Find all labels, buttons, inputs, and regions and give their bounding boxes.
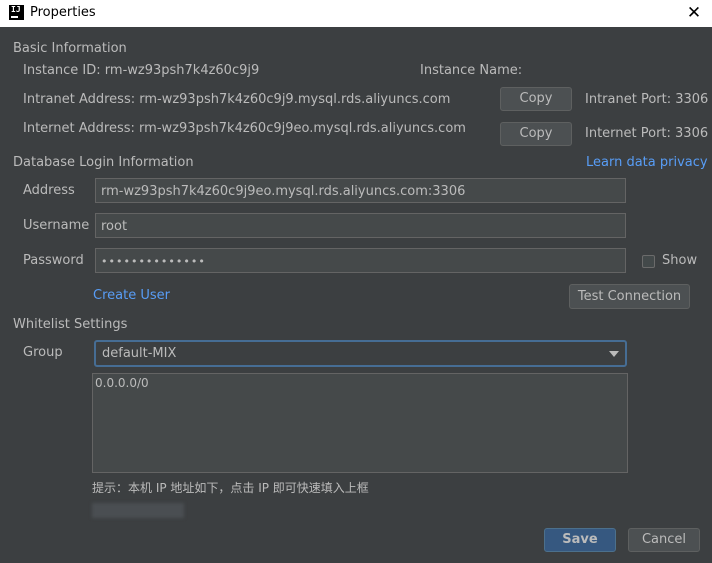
copy-intranet-button[interactable]: Copy (500, 87, 572, 111)
intranet-address: Intranet Address: rm-wz93psh7k4z60c9j9.m… (23, 92, 451, 107)
ip-entry: 0.0.0.0/0 (95, 376, 149, 390)
whitelist-heading: Whitelist Settings (13, 317, 128, 332)
show-password-checkbox[interactable] (642, 255, 655, 268)
address-label: Address (23, 183, 75, 198)
cancel-button[interactable]: Cancel (628, 528, 700, 552)
password-field[interactable]: •••••••••••••• (95, 248, 626, 273)
internet-port: Internet Port: 3306 (585, 126, 709, 141)
instance-id: Instance ID: rm-wz93psh7k4z60c9j9 (23, 63, 260, 78)
save-button[interactable]: Save (544, 528, 616, 552)
group-label: Group (23, 345, 63, 360)
ip-whitelist-textarea[interactable]: 0.0.0.0/0 (92, 373, 628, 473)
username-label: Username (23, 218, 90, 233)
show-password-label: Show (662, 253, 698, 268)
title-bar: IJ Properties ✕ (0, 0, 712, 27)
test-connection-button[interactable]: Test Connection (569, 284, 690, 309)
window-title: Properties (30, 5, 96, 20)
copy-internet-button[interactable]: Copy (500, 122, 572, 146)
group-select-value: default-MIX (102, 346, 177, 361)
close-icon[interactable]: ✕ (684, 3, 704, 23)
instance-name: Instance Name: (420, 63, 523, 78)
password-label: Password (23, 253, 84, 268)
intranet-port: Intranet Port: 3306 (585, 92, 709, 107)
learn-privacy-link[interactable]: Learn data privacy (586, 155, 708, 170)
group-select[interactable]: default-MIX (94, 340, 627, 367)
intellij-app-icon: IJ (9, 5, 24, 20)
chevron-down-icon (609, 351, 619, 357)
blurred-ip-address[interactable] (92, 503, 184, 518)
internet-address: Internet Address: rm-wz93psh7k4z60c9j9eo… (23, 121, 466, 136)
login-info-heading: Database Login Information (13, 155, 194, 170)
address-field[interactable]: rm-wz93psh7k4z60c9j9eo.mysql.rds.aliyunc… (95, 178, 626, 203)
basic-info-heading: Basic Information (13, 41, 127, 56)
ip-hint-text: 提示：本机 IP 地址如下，点击 IP 即可快速填入上框 (92, 481, 369, 495)
username-field[interactable]: root (95, 213, 626, 238)
create-user-link[interactable]: Create User (93, 288, 170, 303)
